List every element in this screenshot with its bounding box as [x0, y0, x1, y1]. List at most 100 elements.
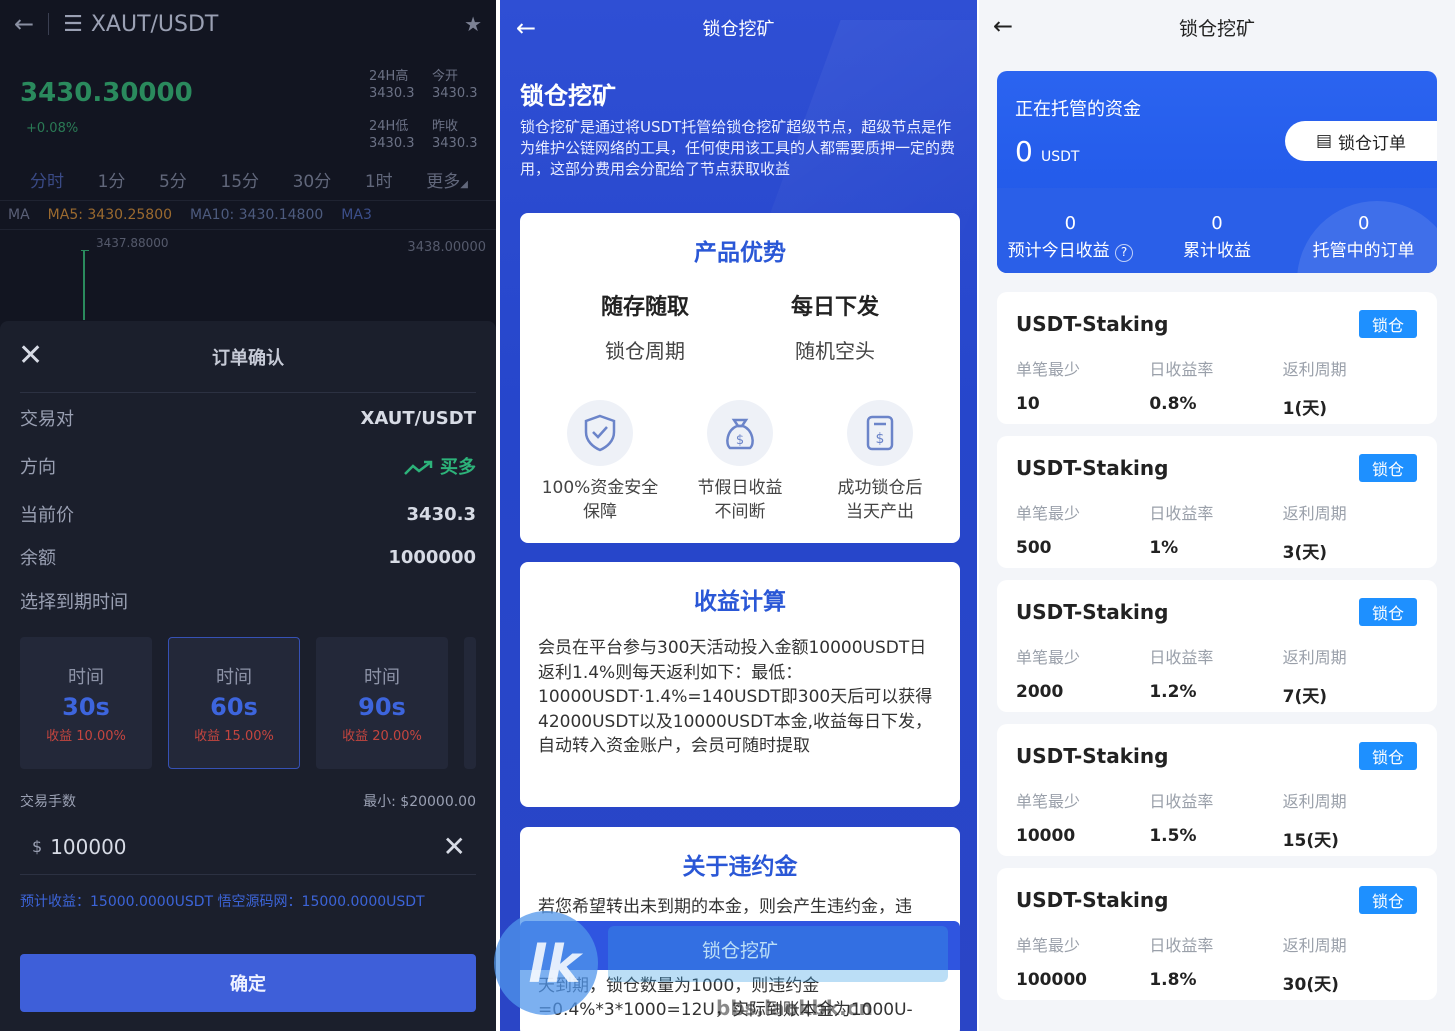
plan-details: 单笔最少 2000 日收益率 1.2% 返利周期 7(天) — [1016, 644, 1416, 707]
staking-nav: ← 锁仓挖矿 — [979, 0, 1455, 54]
stat-value: 0 — [1064, 213, 1077, 234]
plan-name: USDT-Staking — [1016, 600, 1169, 624]
lock-button[interactable]: 锁仓 — [1359, 598, 1417, 626]
tab-period[interactable]: 分时 — [30, 167, 64, 192]
staking-plan-card[interactable]: USDT-Staking 锁仓 单笔最少 2000 日收益率 1.2% 返利周期 7(… — [997, 580, 1437, 712]
kline-chart[interactable]: 3437.88000 3438.00000 — [0, 230, 496, 320]
staking-plan-card[interactable]: USDT-Staking 锁仓 单笔最少 10 日收益率 0.8% 返利周期 1(天) — [997, 292, 1437, 424]
expiry-options: 时间 30s 收益 10.00% 时间 60s 收益 15.00% 时间 90s… — [0, 637, 496, 769]
penalty-line: 天到期，锁仓数量为1000，则违约金 — [538, 976, 820, 996]
stat-label: 预计今日收益 ? — [997, 236, 1144, 262]
detail-label: 返利周期 — [1282, 504, 1347, 523]
chart-high-label: 3437.88000 — [96, 236, 169, 250]
detail-label: 单笔最少 — [1016, 360, 1081, 379]
plan-cycle: 返利周期 7(天) — [1283, 644, 1416, 707]
stat-today-profit: 0 预计今日收益 ? — [997, 213, 1144, 262]
tab-period[interactable]: 1时 — [365, 167, 393, 192]
feature-label-line: 不间断 — [714, 502, 766, 522]
favorite-star-icon[interactable]: ★ — [464, 12, 482, 36]
tab-period-more[interactable]: 更多◢ — [426, 167, 468, 192]
divider — [48, 13, 50, 35]
stat-value: 3430.3 — [369, 86, 415, 101]
back-arrow-icon[interactable]: ← — [14, 10, 34, 38]
svg-text:$: $ — [876, 431, 885, 447]
order-confirm-sheet: ✕ 订单确认 交易对 XAUT/USDT 方向 买多 当前价 3430.3 余额… — [0, 321, 496, 1031]
staking-screen: ← 锁仓挖矿 正在托管的资金 0 USDT ▤ 锁仓订单 0 预计今日收益 ? … — [979, 0, 1455, 1031]
estimated-profit: 预计收益：15000.0000USDT 悟空源码网：15000.0000USDT — [20, 894, 425, 910]
advantage-title: 随存随取 — [600, 295, 689, 320]
pair-selector[interactable]: ☰ XAUT/USDT — [63, 12, 218, 37]
ma-indicator-row: MA MA5: 3430.25800 MA10: 3430.14800 MA3 — [0, 200, 496, 230]
tab-period[interactable]: 15分 — [220, 167, 259, 192]
stat-label: 今开 — [432, 69, 459, 84]
plan-min: 单笔最少 10000 — [1016, 788, 1149, 851]
plan-name: USDT-Staking — [1016, 456, 1169, 480]
plan-rate: 日收益率 1.8% — [1149, 932, 1282, 995]
detail-label: 单笔最少 — [1016, 936, 1081, 955]
stat-low: 24H低 3430.3 — [369, 118, 415, 152]
pair-title: XAUT/USDT — [90, 11, 219, 37]
stat-value: 3430.3 — [369, 136, 415, 151]
staking-plan-card[interactable]: USDT-Staking 锁仓 单笔最少 500 日收益率 1% 返利周期 3(天) — [997, 436, 1437, 568]
row-label: 余额 — [20, 548, 56, 569]
detail-label: 返利周期 — [1282, 792, 1347, 811]
expiry-option-90s[interactable]: 时间 90s 收益 20.00% — [316, 637, 448, 769]
lock-mining-button[interactable]: 锁仓挖矿 — [520, 921, 960, 977]
option-label: 时间 — [216, 666, 252, 688]
lock-button[interactable]: 锁仓 — [1359, 886, 1417, 914]
tab-period[interactable]: 5分 — [159, 167, 187, 192]
card-title: 产品优势 — [694, 240, 786, 266]
plan-name: USDT-Staking — [1016, 312, 1169, 336]
feature-icons: 100%资金安全 保障 $ 节假日收益 不间断 $ 成功锁仓后 当天产出 — [520, 400, 960, 524]
back-arrow-icon[interactable]: ← — [993, 12, 1013, 40]
row-label: 选择到期时间 — [20, 592, 128, 613]
feature-label-line: 成功锁仓后 — [837, 478, 923, 498]
detail-value: 1.5% — [1149, 826, 1197, 846]
close-icon[interactable]: ✕ — [18, 341, 43, 371]
plan-min: 单笔最少 2000 — [1016, 644, 1149, 707]
expiry-option-more[interactable] — [464, 637, 476, 769]
nav-title: 锁仓挖矿 — [702, 19, 775, 40]
tab-period[interactable]: 1分 — [98, 167, 126, 192]
intro-nav: ← 锁仓挖矿 — [500, 0, 977, 56]
back-arrow-icon[interactable]: ← — [516, 14, 536, 42]
direction-value: 买多 — [404, 453, 476, 479]
option-time: 90s — [358, 692, 406, 721]
plan-min: 单笔最少 500 — [1016, 500, 1149, 563]
stat-value: 3430.3 — [432, 86, 478, 101]
detail-value: 0.8% — [1149, 394, 1197, 414]
tab-period-more-label: 更多 — [426, 171, 461, 192]
lock-orders-button[interactable]: ▤ 锁仓订单 — [1285, 121, 1437, 161]
penalty-line: =0.4%*3*1000=12U，实际到账本金为1000U- — [538, 1000, 913, 1020]
row-label: 当前价 — [20, 505, 74, 526]
advantage-item: 随存随取 锁仓周期 — [601, 289, 689, 364]
advantages-row: 随存随取 锁仓周期 每日下发 随机空头 — [520, 289, 960, 364]
tab-period[interactable]: 30分 — [293, 167, 332, 192]
expiry-option-60s[interactable]: 时间 60s 收益 15.00% — [168, 637, 300, 769]
row-value: 3430.3 — [406, 503, 476, 525]
stat-high: 24H高 3430.3 — [369, 68, 415, 102]
staking-plan-card[interactable]: USDT-Staking 锁仓 单笔最少 100000 日收益率 1.8% 返利周期… — [997, 868, 1437, 1000]
detail-label: 日收益率 — [1149, 648, 1214, 667]
lock-button[interactable]: 锁仓 — [1359, 454, 1417, 482]
stat-orders-in-custody: 0 托管中的订单 — [1290, 213, 1437, 262]
last-price: 3430.30000 — [20, 78, 193, 108]
lock-button[interactable]: 锁仓 — [1359, 310, 1417, 338]
expiry-option-30s[interactable]: 时间 30s 收益 10.00% — [20, 637, 152, 769]
stat-open: 今开 3430.3 — [432, 68, 478, 102]
svg-text:$: $ — [736, 433, 744, 448]
lock-button[interactable]: 锁仓 — [1359, 742, 1417, 770]
advantage-item: 每日下发 随机空头 — [791, 289, 879, 364]
amount-input[interactable]: $ 100000 ✕ — [20, 819, 476, 875]
help-circle-icon[interactable]: ? — [1115, 244, 1134, 262]
option-label: 时间 — [68, 666, 104, 688]
sheet-header: ✕ 订单确认 — [18, 321, 476, 393]
plan-min: 单笔最少 10 — [1016, 356, 1149, 419]
plan-name: USDT-Staking — [1016, 744, 1169, 768]
clear-icon[interactable]: ✕ — [443, 830, 466, 863]
detail-value: 10 — [1016, 394, 1040, 414]
staking-plan-card[interactable]: USDT-Staking 锁仓 单笔最少 10000 日收益率 1.5% 返利周期 1… — [997, 724, 1437, 856]
detail-value: 1.8% — [1149, 970, 1197, 990]
confirm-button[interactable]: 确定 — [20, 954, 476, 1012]
detail-label: 单笔最少 — [1016, 504, 1081, 523]
